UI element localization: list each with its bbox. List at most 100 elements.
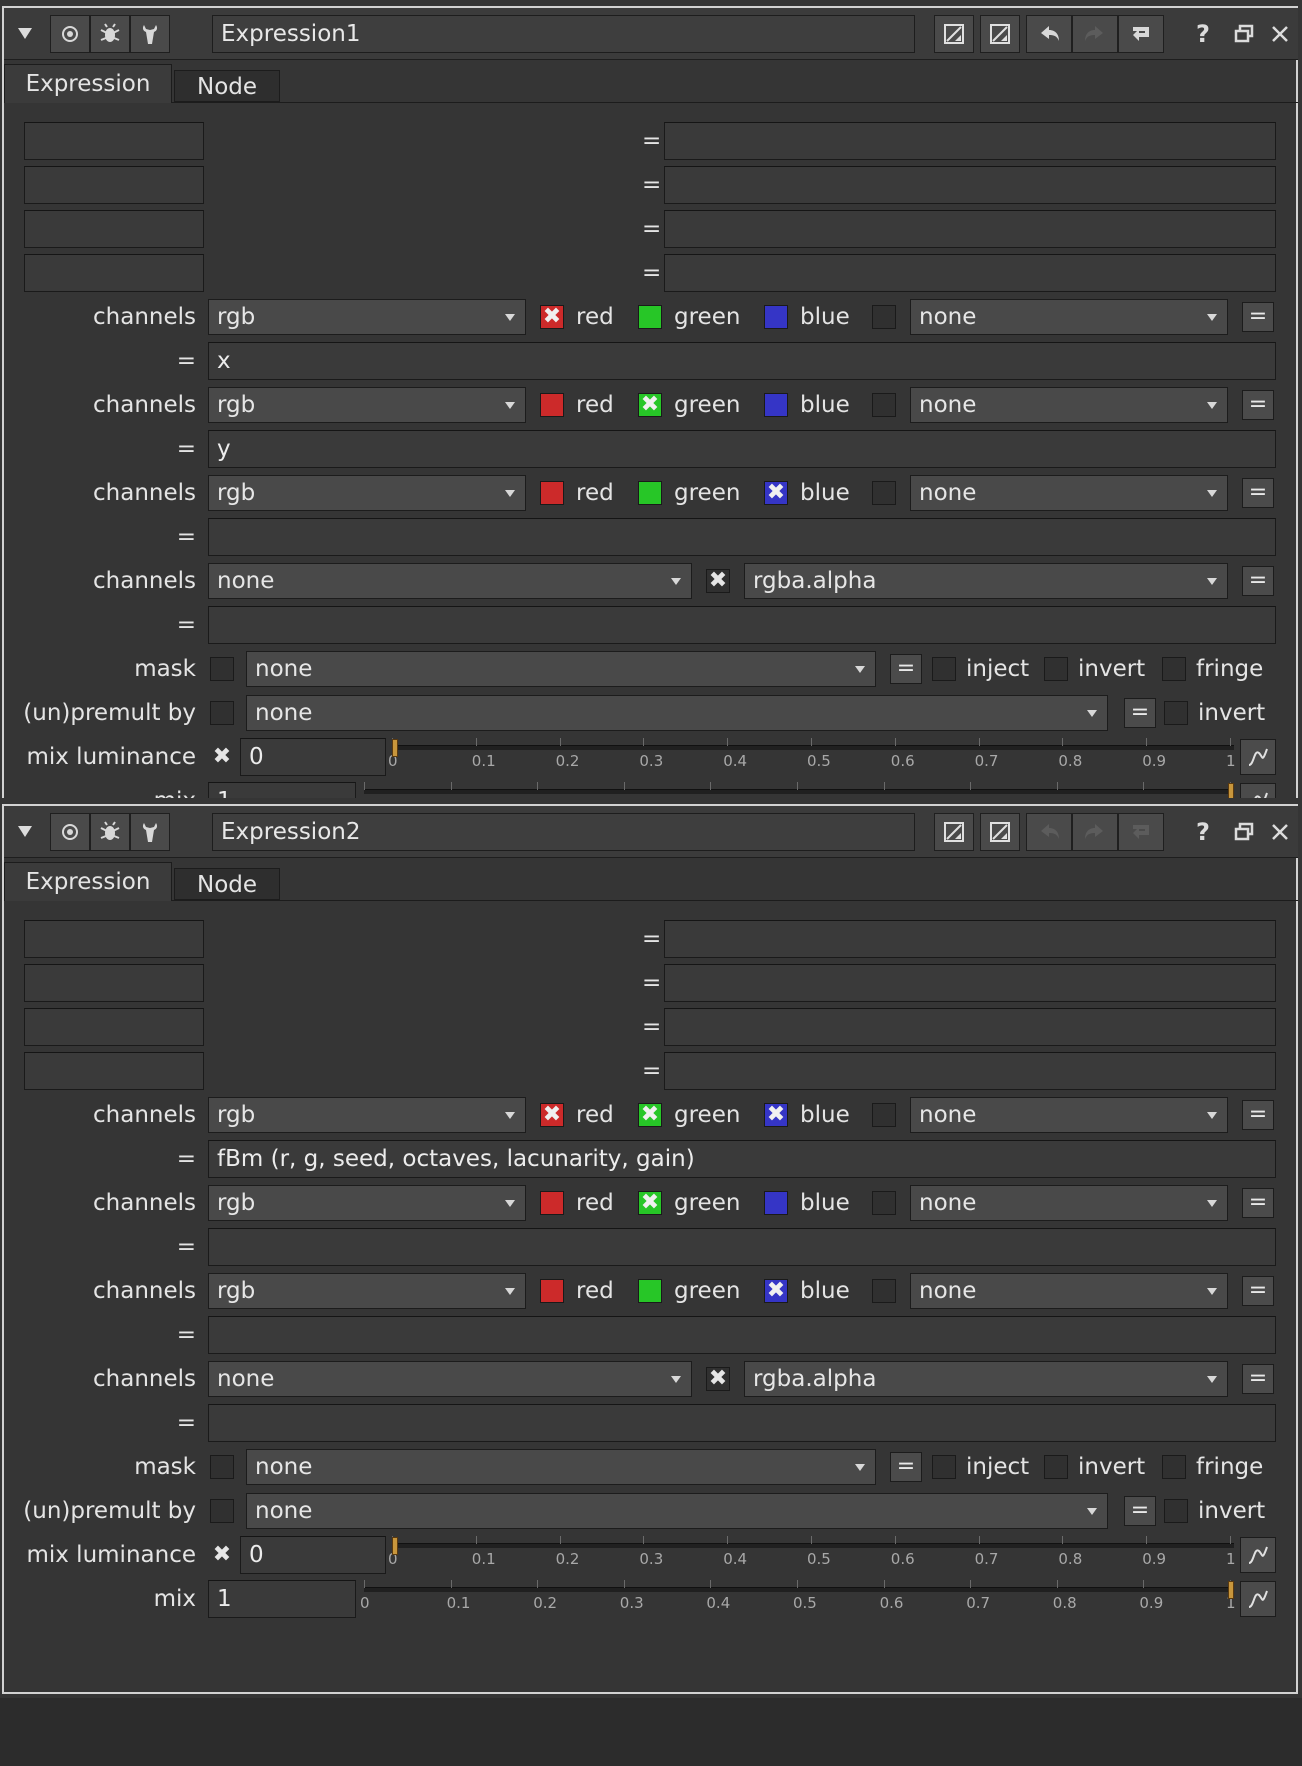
equals-button[interactable]: = xyxy=(1124,1496,1156,1526)
extra-channel-checkbox[interactable] xyxy=(872,1103,896,1127)
green-checkbox[interactable]: ✖ xyxy=(638,1103,662,1127)
channels-dropdown[interactable]: rgb xyxy=(208,1185,526,1221)
extra-channel-dropdown[interactable]: none xyxy=(910,1273,1228,1309)
alpha-checkbox[interactable]: ✖ xyxy=(706,1367,730,1391)
extra-channel-dropdown[interactable]: none xyxy=(910,475,1228,511)
help-icon[interactable]: ? xyxy=(1184,813,1222,851)
extra-channel-checkbox[interactable] xyxy=(872,305,896,329)
red-checkbox[interactable] xyxy=(540,1191,564,1215)
blue-checkbox[interactable] xyxy=(764,305,788,329)
close-icon[interactable] xyxy=(1264,15,1296,53)
green-checkbox[interactable]: ✖ xyxy=(638,1191,662,1215)
channel-expression-field[interactable] xyxy=(208,518,1276,556)
undo-icon[interactable] xyxy=(1026,15,1072,53)
red-checkbox[interactable] xyxy=(540,393,564,417)
mask-invert-checkbox[interactable] xyxy=(1044,657,1068,681)
equals-button[interactable]: = xyxy=(1124,698,1156,728)
close-icon[interactable] xyxy=(1264,813,1296,851)
extra-channel-dropdown[interactable]: none xyxy=(910,1185,1228,1221)
alpha-channels-dropdown[interactable]: none xyxy=(208,1361,692,1397)
temp-expression-field[interactable] xyxy=(664,254,1276,292)
slider-handle[interactable] xyxy=(392,739,398,757)
channel-expression-field[interactable]: fBm (r, g, seed, octaves, lacunarity, ga… xyxy=(208,1140,1276,1178)
extra-channel-dropdown[interactable]: none xyxy=(910,299,1228,335)
extra-channel-dropdown[interactable]: none xyxy=(910,387,1228,423)
revert-icon[interactable] xyxy=(1118,15,1164,53)
redo-icon[interactable] xyxy=(1072,15,1118,53)
extra-channel-checkbox[interactable] xyxy=(872,481,896,505)
equals-button[interactable]: = xyxy=(1242,478,1274,508)
premult-invert-checkbox[interactable] xyxy=(1164,1499,1188,1523)
equals-button[interactable]: = xyxy=(1242,302,1274,332)
premult-checkbox[interactable] xyxy=(210,701,234,725)
edit-expression-icon[interactable] xyxy=(934,813,974,851)
temp-expression-field[interactable] xyxy=(664,920,1276,958)
alpha-target-dropdown[interactable]: rgba.alpha xyxy=(744,1361,1228,1397)
alpha-expression-field[interactable] xyxy=(208,1404,1276,1442)
tab-node[interactable]: Node xyxy=(174,868,280,900)
mix-slider[interactable]: 00.10.20.30.40.50.60.70.80.91 xyxy=(360,1576,1236,1620)
equals-button[interactable]: = xyxy=(1242,1276,1274,1306)
mix-luminance-slider[interactable]: 0 0.1 0.2 0.3 0.4 0.5 0.6 0.7 0.8 0.9 1 xyxy=(388,1532,1236,1576)
blue-checkbox[interactable]: ✖ xyxy=(764,1279,788,1303)
inject-checkbox[interactable] xyxy=(932,1455,956,1479)
temp-name-field[interactable] xyxy=(24,122,204,160)
extra-channel-checkbox[interactable] xyxy=(872,1191,896,1215)
blue-checkbox[interactable]: ✖ xyxy=(764,1103,788,1127)
inject-checkbox[interactable] xyxy=(932,657,956,681)
green-checkbox[interactable] xyxy=(638,1279,662,1303)
temp-expression-field[interactable] xyxy=(664,1052,1276,1090)
temp-name-field[interactable] xyxy=(24,1052,204,1090)
equals-button[interactable]: = xyxy=(1242,1100,1274,1130)
premult-dropdown[interactable]: none xyxy=(246,1493,1108,1529)
equals-button[interactable]: = xyxy=(890,654,922,684)
temp-name-field[interactable] xyxy=(24,920,204,958)
curve-editor-icon[interactable] xyxy=(1240,1537,1276,1573)
mask-checkbox[interactable] xyxy=(210,1455,234,1479)
equals-button[interactable]: = xyxy=(1242,1364,1274,1394)
edit-expression-icon[interactable] xyxy=(980,813,1020,851)
edit-expression-icon[interactable] xyxy=(934,15,974,53)
red-checkbox[interactable]: ✖ xyxy=(540,1103,564,1127)
redo-icon[interactable] xyxy=(1072,813,1118,851)
node-name-input[interactable]: Expression2 xyxy=(212,813,915,851)
temp-name-field[interactable] xyxy=(24,166,204,204)
mix-luminance-checkbox[interactable]: ✖ xyxy=(210,745,234,769)
collapse-triangle-icon[interactable] xyxy=(10,813,40,851)
channel-expression-field[interactable] xyxy=(208,1228,1276,1266)
mix-luminance-value-field[interactable]: 0 xyxy=(240,1536,386,1574)
premult-invert-checkbox[interactable] xyxy=(1164,701,1188,725)
bug-icon[interactable] xyxy=(90,813,130,851)
mask-dropdown[interactable]: none xyxy=(246,651,876,687)
mix-luminance-checkbox[interactable]: ✖ xyxy=(210,1543,234,1567)
green-checkbox[interactable] xyxy=(638,305,662,329)
equals-button[interactable]: = xyxy=(1242,390,1274,420)
alpha-checkbox[interactable]: ✖ xyxy=(706,569,730,593)
curve-editor-icon[interactable] xyxy=(1240,739,1276,775)
float-window-icon[interactable] xyxy=(1226,15,1262,53)
mix-value-field[interactable]: 1 xyxy=(208,1580,356,1618)
channel-expression-field[interactable]: x xyxy=(208,342,1276,380)
tab-expression[interactable]: Expression xyxy=(4,862,172,901)
fringe-checkbox[interactable] xyxy=(1162,1455,1186,1479)
curve-editor-icon[interactable] xyxy=(1240,1581,1276,1617)
extra-channel-checkbox[interactable] xyxy=(872,1279,896,1303)
viewer-circle-icon[interactable] xyxy=(50,813,90,851)
temp-name-field[interactable] xyxy=(24,1008,204,1046)
temp-expression-field[interactable] xyxy=(664,1008,1276,1046)
fringe-checkbox[interactable] xyxy=(1162,657,1186,681)
red-checkbox[interactable] xyxy=(540,1279,564,1303)
channels-dropdown[interactable]: rgb xyxy=(208,1097,526,1133)
help-icon[interactable]: ? xyxy=(1184,15,1222,53)
channel-expression-field[interactable]: y xyxy=(208,430,1276,468)
node-name-input[interactable]: Expression1 xyxy=(212,15,915,53)
float-window-icon[interactable] xyxy=(1226,813,1262,851)
premult-dropdown[interactable]: none xyxy=(246,695,1108,731)
tab-expression[interactable]: Expression xyxy=(4,64,172,103)
channels-dropdown[interactable]: rgb xyxy=(208,387,526,423)
green-checkbox[interactable] xyxy=(638,481,662,505)
alpha-channels-dropdown[interactable]: none xyxy=(208,563,692,599)
mask-dropdown[interactable]: none xyxy=(246,1449,876,1485)
red-checkbox[interactable] xyxy=(540,481,564,505)
blue-checkbox[interactable]: ✖ xyxy=(764,481,788,505)
